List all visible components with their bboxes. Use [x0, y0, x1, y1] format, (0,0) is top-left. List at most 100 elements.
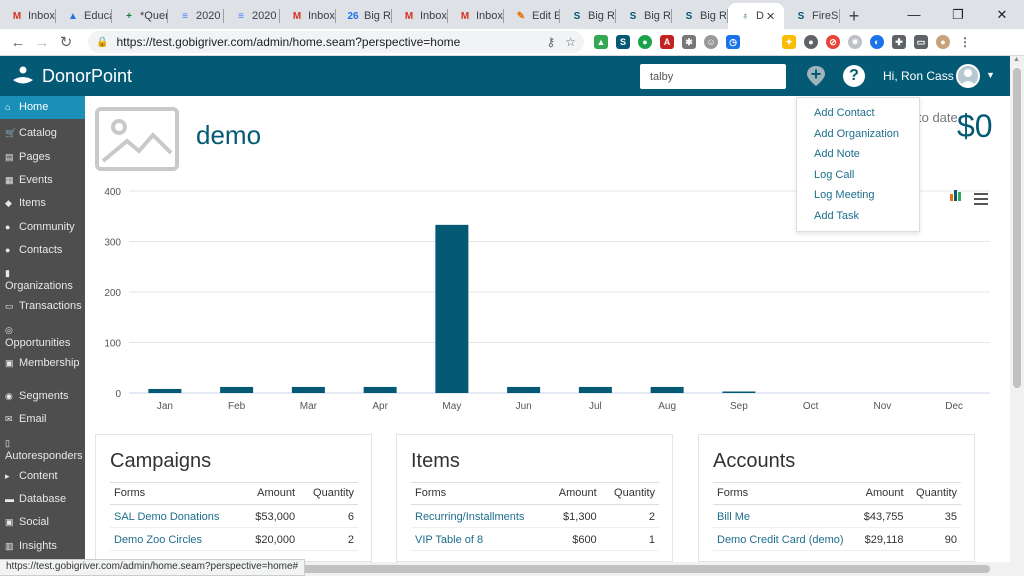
menu-item-add-contact[interactable]: Add Contact	[814, 107, 875, 119]
browser-tab[interactable]: ≡ 2020	[224, 3, 280, 29]
browser-tab[interactable]: S Big Ri	[672, 3, 728, 29]
scroll-up-icon[interactable]: ▲	[1013, 56, 1020, 63]
brand-logo[interactable]: DonorPoint	[12, 65, 132, 87]
sidebar-item-contacts[interactable]: ● Contacts	[0, 244, 85, 257]
color-extension-icon[interactable]: ✦	[782, 35, 796, 49]
search-input[interactable]	[640, 64, 786, 89]
vertical-scrollbar[interactable]: ▲	[1010, 56, 1024, 562]
sidebar-item-content[interactable]: ▸ Content	[0, 470, 85, 483]
sidebar-item-opportunities[interactable]: ◎ Opportunities	[0, 324, 85, 350]
browser-tab[interactable]: S Big Ri	[560, 3, 616, 29]
cast-icon[interactable]: ▭	[914, 35, 928, 49]
close-window-button[interactable]: ✕	[980, 0, 1024, 29]
menu-item-add-task[interactable]: Add Task	[814, 210, 859, 222]
browser-tab[interactable]: ♁ D ✕	[728, 3, 784, 29]
sidebar-item-insights[interactable]: ▥ Insights	[0, 540, 85, 553]
scrollbar-thumb[interactable]	[1013, 68, 1021, 388]
bar[interactable]	[291, 386, 325, 393]
key-icon[interactable]: ⚷	[546, 35, 555, 49]
circle-extension-icon[interactable]: ●	[804, 35, 818, 49]
bar[interactable]	[650, 386, 684, 393]
user-avatar[interactable]	[956, 64, 980, 88]
menu-item-log-meeting[interactable]: Log Meeting	[814, 189, 875, 201]
reload-button[interactable]: ↻	[54, 33, 78, 51]
sidebar-item-items[interactable]: ◆ Items	[0, 197, 85, 210]
green-extension-icon[interactable]: ●	[638, 35, 652, 49]
site-extension-icon[interactable]: S	[616, 35, 630, 49]
bar[interactable]	[220, 386, 254, 393]
row-link[interactable]: Demo Zoo Circles	[114, 534, 202, 546]
clock-extension-icon[interactable]: ◷	[726, 35, 740, 49]
browser-tab[interactable]: ✎ Edit E	[504, 3, 560, 29]
back-button[interactable]: ←	[6, 34, 30, 51]
row-link[interactable]: SAL Demo Donations	[114, 511, 219, 523]
puzzle-extensions-icon[interactable]: ✚	[892, 35, 906, 49]
close-tab-icon[interactable]: ✕	[766, 10, 775, 23]
browser-menu-icon[interactable]: ⋮	[958, 35, 972, 49]
bar[interactable]	[722, 391, 756, 393]
bar[interactable]	[148, 388, 182, 393]
new-tab-button[interactable]: +	[840, 3, 868, 29]
image-placeholder-icon[interactable]	[95, 107, 179, 171]
menu-item-add-organization[interactable]: Add Organization	[814, 128, 899, 140]
sidebar-item-community[interactable]: ● Community	[0, 221, 85, 234]
sidebar-item-home[interactable]: ⌂ Home	[0, 96, 85, 119]
browser-tab[interactable]: ≡ 2020	[168, 3, 224, 29]
pdf-extension-icon[interactable]: A	[660, 35, 674, 49]
drive-extension-icon[interactable]: ▲	[594, 35, 608, 49]
profile-avatar-icon[interactable]: ●	[936, 35, 950, 49]
tab-title: *Quer	[140, 10, 168, 22]
face-extension-icon[interactable]: ☺	[704, 35, 718, 49]
sidebar-item-social[interactable]: ▣ Social	[0, 516, 85, 529]
browser-tab[interactable]: S FireS	[784, 3, 840, 29]
browser-tab[interactable]: + *Quer	[112, 3, 168, 29]
browser-tab[interactable]: M Inbox	[280, 3, 336, 29]
horizontal-scrollbar-thumb[interactable]	[300, 565, 990, 573]
browser-tab[interactable]: 26 Big Ri	[336, 3, 392, 29]
sidebar-item-pages[interactable]: ▤ Pages	[0, 151, 85, 164]
sidebar-item-autoresponders[interactable]: ▯ Autoresponders	[0, 437, 85, 463]
extension-icons: ▲ S ● A ✱ ☺ ◷ ✦ ● ⊘ ✷ ◐ ✚ ▭ ● ⋮	[594, 35, 972, 49]
sidebar-item-transactions[interactable]: ▭ Transactions	[0, 300, 85, 313]
sidebar-item-events[interactable]: ▦ Events	[0, 174, 85, 187]
row-link[interactable]: VIP Table of 8	[415, 534, 483, 546]
sidebar-item-label: Social	[19, 516, 49, 528]
address-bar[interactable]: 🔒 https://test.gobigriver.com/admin/home…	[88, 31, 584, 53]
add-location-icon[interactable]	[806, 65, 826, 87]
browser-tab[interactable]: S Big Ri	[616, 3, 672, 29]
users-icon: ●	[5, 222, 11, 232]
row-link[interactable]: Bill Me	[717, 511, 750, 523]
restore-button[interactable]: ❐	[936, 0, 980, 29]
minimize-button[interactable]: —	[892, 0, 936, 29]
browser-tab[interactable]: M Inbox	[448, 3, 504, 29]
block-extension-icon[interactable]: ⊘	[826, 35, 840, 49]
gear-extension-icon[interactable]: ✱	[682, 35, 696, 49]
sidebar-item-segments[interactable]: ◉ Segments	[0, 390, 85, 403]
globe-extension-icon[interactable]: ◐	[870, 35, 884, 49]
sidebar-item-membership[interactable]: ▣ Membership	[0, 357, 85, 370]
chevron-down-icon[interactable]: ▼	[986, 70, 995, 80]
sidebar-item-organizations[interactable]: ▮ Organizations	[0, 267, 85, 293]
menu-item-add-note[interactable]: Add Note	[814, 148, 860, 160]
shield-extension-icon[interactable]: ✷	[848, 35, 862, 49]
status-bar-url: https://test.gobigriver.com/admin/home.s…	[0, 559, 306, 576]
row-link[interactable]: Demo Credit Card (demo)	[717, 534, 844, 546]
chart-type-icon[interactable]	[949, 189, 963, 201]
sidebar-item-email[interactable]: ✉ Email	[0, 413, 85, 426]
user-greeting[interactable]: Hi, Ron Cass	[883, 69, 954, 83]
browser-tab[interactable]: ▲ Educa	[56, 3, 112, 29]
hamburger-menu-icon[interactable]	[974, 193, 988, 205]
bookmark-star-icon[interactable]: ☆	[565, 35, 576, 49]
browser-tab[interactable]: M Inbox	[392, 3, 448, 29]
sidebar-item-catalog[interactable]: 🛒 Catalog	[0, 127, 85, 140]
row-link[interactable]: Recurring/Installments	[415, 511, 524, 523]
menu-item-log-call[interactable]: Log Call	[814, 169, 854, 181]
sidebar-item-database[interactable]: ▬ Database	[0, 493, 85, 506]
bar[interactable]	[507, 386, 541, 393]
browser-tab[interactable]: M Inbox	[0, 3, 56, 29]
bar[interactable]	[363, 386, 397, 393]
bar[interactable]	[435, 224, 469, 393]
help-icon[interactable]: ?	[843, 65, 865, 87]
bar[interactable]	[578, 386, 612, 393]
forward-button[interactable]: →	[30, 34, 54, 51]
